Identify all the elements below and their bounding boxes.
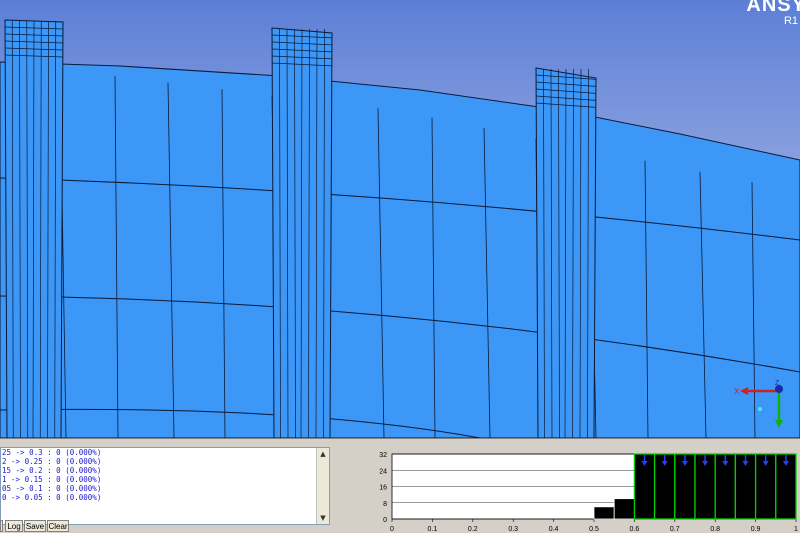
refined-column	[535, 67, 597, 438]
y-tick-label: 32	[379, 452, 387, 459]
log-button[interactable]: Log	[5, 520, 23, 532]
x-tick-label: 0.5	[589, 526, 599, 532]
message-log[interactable]: 25 -> 0.3 : 0 (0.000%) 2 -> 0.25 : 0 (0.…	[0, 447, 330, 525]
graphics-viewport[interactable]: ANSY R1 X Z	[0, 0, 800, 438]
y-tick-label: 0	[383, 517, 387, 524]
x-tick-label: 0.3	[508, 526, 518, 532]
release-label: R1	[783, 15, 798, 27]
scroll-up-arrow-icon[interactable]: ▲	[317, 448, 329, 460]
x-tick-label: 0.1	[428, 526, 438, 532]
x-axis-arrowhead	[740, 387, 748, 395]
x-tick-label: 1	[794, 526, 798, 532]
log-line: 0 -> 0.05 : 0 (0.000%)	[2, 493, 102, 502]
z-axis-label: Z	[775, 380, 780, 387]
x-tick-label: 0	[390, 526, 394, 532]
refined-column	[4, 19, 64, 438]
log-line: 15 -> 0.2 : 0 (0.000%)	[2, 466, 102, 475]
y-tick-label: 8	[383, 501, 387, 508]
clear-button[interactable]: Clear	[47, 520, 69, 532]
log-line: 25 -> 0.3 : 0 (0.000%)	[2, 448, 102, 457]
x-tick-label: 0.6	[630, 526, 640, 532]
log-scrollbar[interactable]: ▲ ▼	[316, 448, 329, 524]
histogram-bar	[593, 506, 615, 520]
quality-histogram[interactable]: 0 8 16 24 32 0 0.1 0.2 0.3 0.4 0.5 0.6 0.7 0.8 0.9 1	[346, 444, 800, 532]
x-axis-label: X	[734, 387, 740, 396]
refined-column	[271, 27, 333, 438]
x-tick-label: 0.4	[549, 526, 559, 532]
y-axis-arrowhead	[775, 420, 783, 428]
x-tick-label: 0.9	[751, 526, 761, 532]
triad-origin-dot	[758, 407, 762, 411]
x-tick-label: 0.7	[670, 526, 680, 532]
log-line: 1 -> 0.15 : 0 (0.000%)	[2, 475, 102, 484]
axis-triad[interactable]: X Z	[730, 378, 800, 438]
log-toggle-checkbox[interactable]	[0, 520, 3, 532]
log-line: 05 -> 0.1 : 0 (0.000%)	[2, 484, 102, 493]
x-tick-label: 0.2	[468, 526, 478, 532]
save-button[interactable]: Save	[24, 520, 46, 532]
y-tick-label: 16	[379, 485, 387, 492]
y-tick-label: 24	[379, 468, 387, 475]
log-line: 2 -> 0.25 : 0 (0.000%)	[2, 457, 102, 466]
mesh-body	[0, 61, 800, 438]
histogram-bar	[613, 498, 635, 520]
x-tick-label: 0.8	[710, 526, 720, 532]
mesh-view[interactable]	[0, 0, 800, 438]
scroll-down-arrow-icon[interactable]: ▼	[317, 512, 329, 524]
